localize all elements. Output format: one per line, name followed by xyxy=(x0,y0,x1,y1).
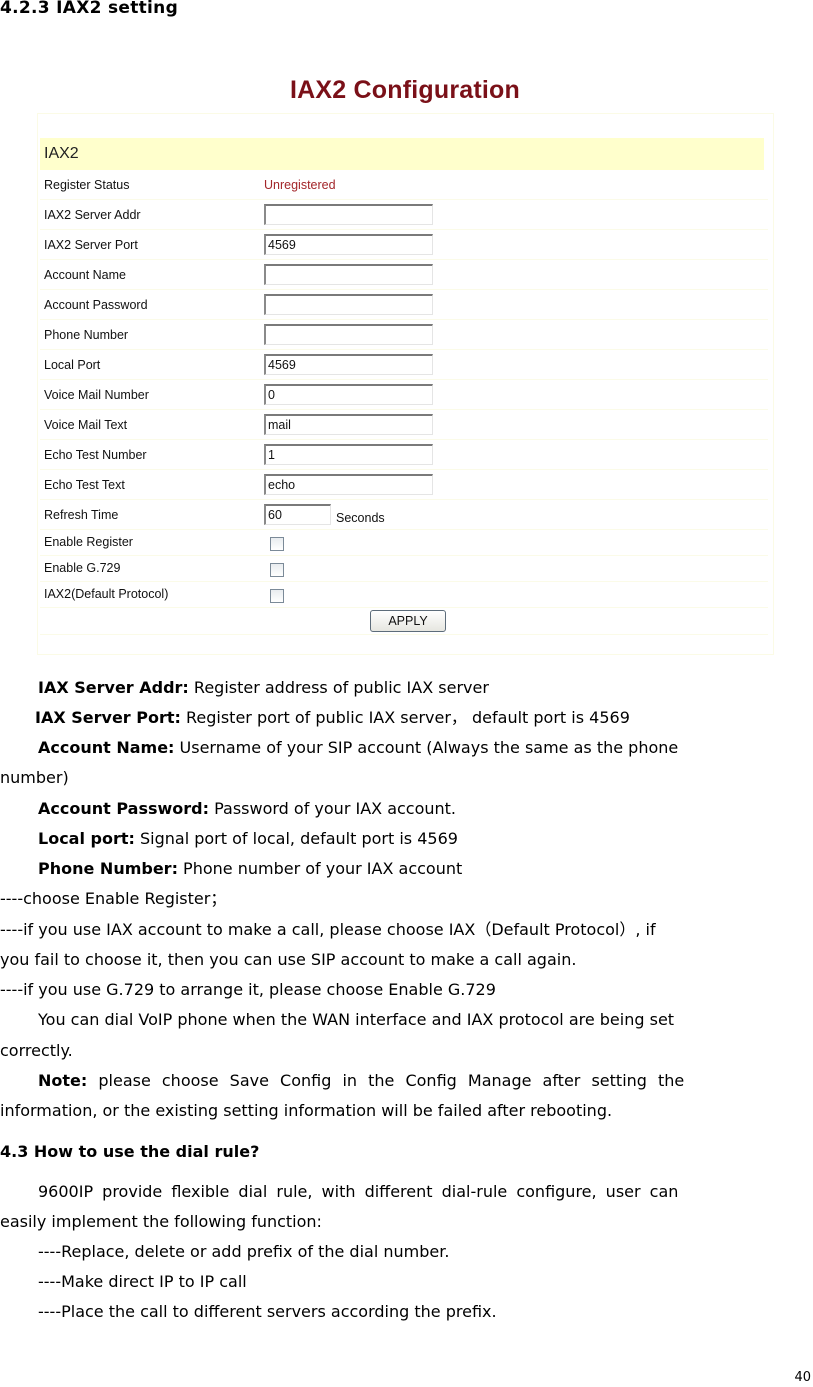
section-header: IAX2 xyxy=(40,138,764,170)
note-text: please choose Save Config in the Config … xyxy=(87,1071,685,1090)
field-label: Echo Test Number xyxy=(44,448,147,462)
iax2-config-screenshot: IAX2 Configuration IAX2 Register Status … xyxy=(30,68,780,663)
iax2-default-protocol-checkbox[interactable] xyxy=(270,589,284,603)
voip-line2: correctly. xyxy=(0,1041,73,1060)
section2-intro-line2: easily implement the following function: xyxy=(0,1212,322,1231)
row-voice-mail-text: Voice Mail Text mail xyxy=(40,410,768,440)
field-label: Local Port xyxy=(44,358,101,372)
row-account-name: Account Name xyxy=(40,260,768,290)
note-line1: Note: please choose Save Config in the C… xyxy=(0,1071,813,1091)
row-apply: APPLY xyxy=(40,608,768,635)
iax2-server-addr-input[interactable] xyxy=(264,204,433,225)
refresh-time-label: Refresh Time xyxy=(44,508,119,522)
row-register-status: Register Status Unregistered xyxy=(40,172,768,200)
desc-term: Local port: xyxy=(38,829,135,848)
local-port-input[interactable]: 4569 xyxy=(264,354,433,375)
desc-term: IAX Server Port: xyxy=(35,708,181,727)
row-echo-test-number: Echo Test Number 1 xyxy=(40,440,768,470)
note-default-protocol: ----if you use IAX account to make a cal… xyxy=(0,920,656,939)
note-enable-register: ----choose Enable Register； xyxy=(0,889,227,908)
desc-text: Phone number of your IAX account xyxy=(177,859,463,878)
desc-phone-number: Phone Number: Phone number of your IAX a… xyxy=(0,859,813,879)
phone-number-input[interactable] xyxy=(264,324,433,345)
voip-line1: You can dial VoIP phone when the WAN int… xyxy=(38,1010,675,1029)
desc-local-port: Local port: Signal port of local, defaul… xyxy=(0,829,813,849)
desc-account-password: Account Password: Password of your IAX a… xyxy=(0,799,813,819)
refresh-time-input[interactable]: 60 xyxy=(264,504,331,525)
row-phone-number: Phone Number xyxy=(40,320,768,350)
section2-heading: 4.3 How to use the dial rule? xyxy=(0,1142,260,1161)
desc-text: Username of your SIP account (Always the… xyxy=(174,738,679,757)
field-label: Phone Number xyxy=(44,328,129,342)
field-label: Account Password xyxy=(44,298,148,312)
note-g729: ----if you use G.729 to arrange it, plea… xyxy=(0,980,496,999)
section2-bullet: ----Place the call to different servers … xyxy=(38,1302,497,1321)
register-status-label: Register Status xyxy=(44,178,130,192)
section2-intro-line1: 9600IP provide flexible dial rule, with … xyxy=(38,1182,679,1201)
desc-text: Register port of public IAX server， defa… xyxy=(180,708,630,727)
row-enable-register: Enable Register xyxy=(40,530,768,556)
row-voice-mail-number: Voice Mail Number 0 xyxy=(40,380,768,410)
row-iax2-default-protocol: IAX2(Default Protocol) xyxy=(40,582,768,608)
refresh-time-unit: Seconds xyxy=(336,511,385,525)
section-label: IAX2 xyxy=(44,145,79,162)
field-label: IAX2 Server Port xyxy=(44,238,138,252)
page-number: 40 xyxy=(794,1370,811,1385)
desc-account-name: Account Name: Username of your SIP accou… xyxy=(0,738,813,758)
echo-test-number-input[interactable]: 1 xyxy=(264,444,433,465)
desc-server-port: IAX Server Port: Register port of public… xyxy=(0,708,813,728)
register-status-value: Unregistered xyxy=(264,178,336,192)
config-table: IAX2 Register Status Unregistered IAX2 S… xyxy=(37,113,774,655)
checkbox-label: Enable Register xyxy=(44,535,133,549)
enable-g729-checkbox[interactable] xyxy=(270,563,284,577)
section2-bullet: ----Make direct IP to IP call xyxy=(38,1272,247,1291)
section-heading: 4.2.3 IAX2 setting xyxy=(0,0,179,18)
field-label: Voice Mail Text xyxy=(44,418,128,432)
row-account-password: Account Password xyxy=(40,290,768,320)
row-iax2-server-addr: IAX2 Server Addr xyxy=(40,200,768,230)
account-password-input[interactable] xyxy=(264,294,433,315)
field-label: Account Name xyxy=(44,268,126,282)
desc-text: Register address of public IAX server xyxy=(188,678,489,697)
voice-mail-number-input[interactable]: 0 xyxy=(264,384,433,405)
account-name-input[interactable] xyxy=(264,264,433,285)
section2-bullet: ----Replace, delete or add prefix of the… xyxy=(38,1242,450,1261)
checkbox-label: Enable G.729 xyxy=(44,561,121,575)
field-label: Echo Test Text xyxy=(44,478,125,492)
row-echo-test-text: Echo Test Text echo xyxy=(40,470,768,500)
desc-term: Account Password: xyxy=(38,799,209,818)
desc-server-addr: IAX Server Addr: Register address of pub… xyxy=(0,678,813,698)
enable-register-checkbox[interactable] xyxy=(270,537,284,551)
note-line2: information, or the existing setting inf… xyxy=(0,1101,613,1120)
desc-text: Signal port of local, default port is 45… xyxy=(134,829,458,848)
iax2-server-port-input[interactable]: 4569 xyxy=(264,234,433,255)
apply-button[interactable]: APPLY xyxy=(370,610,446,632)
desc-text: Password of your IAX account. xyxy=(209,799,457,818)
desc-term: IAX Server Addr: xyxy=(38,678,189,697)
desc-term: Account Name: xyxy=(38,738,175,757)
row-refresh-time: Refresh Time 60 Seconds xyxy=(40,500,768,530)
echo-test-text-input[interactable]: echo xyxy=(264,474,433,495)
row-iax2-server-port: IAX2 Server Port 4569 xyxy=(40,230,768,260)
row-enable-g729: Enable G.729 xyxy=(40,556,768,582)
desc-term: Phone Number: xyxy=(38,859,178,878)
checkbox-label: IAX2(Default Protocol) xyxy=(44,587,169,601)
note-term: Note: xyxy=(38,1071,88,1090)
field-label: IAX2 Server Addr xyxy=(44,208,141,222)
voice-mail-text-input[interactable]: mail xyxy=(264,414,433,435)
desc-account-name-cont: number) xyxy=(0,768,69,787)
config-title: IAX2 Configuration xyxy=(290,76,520,104)
field-label: Voice Mail Number xyxy=(44,388,149,402)
note-default-protocol-cont: you fail to choose it, then you can use … xyxy=(0,950,577,969)
row-local-port: Local Port 4569 xyxy=(40,350,768,380)
